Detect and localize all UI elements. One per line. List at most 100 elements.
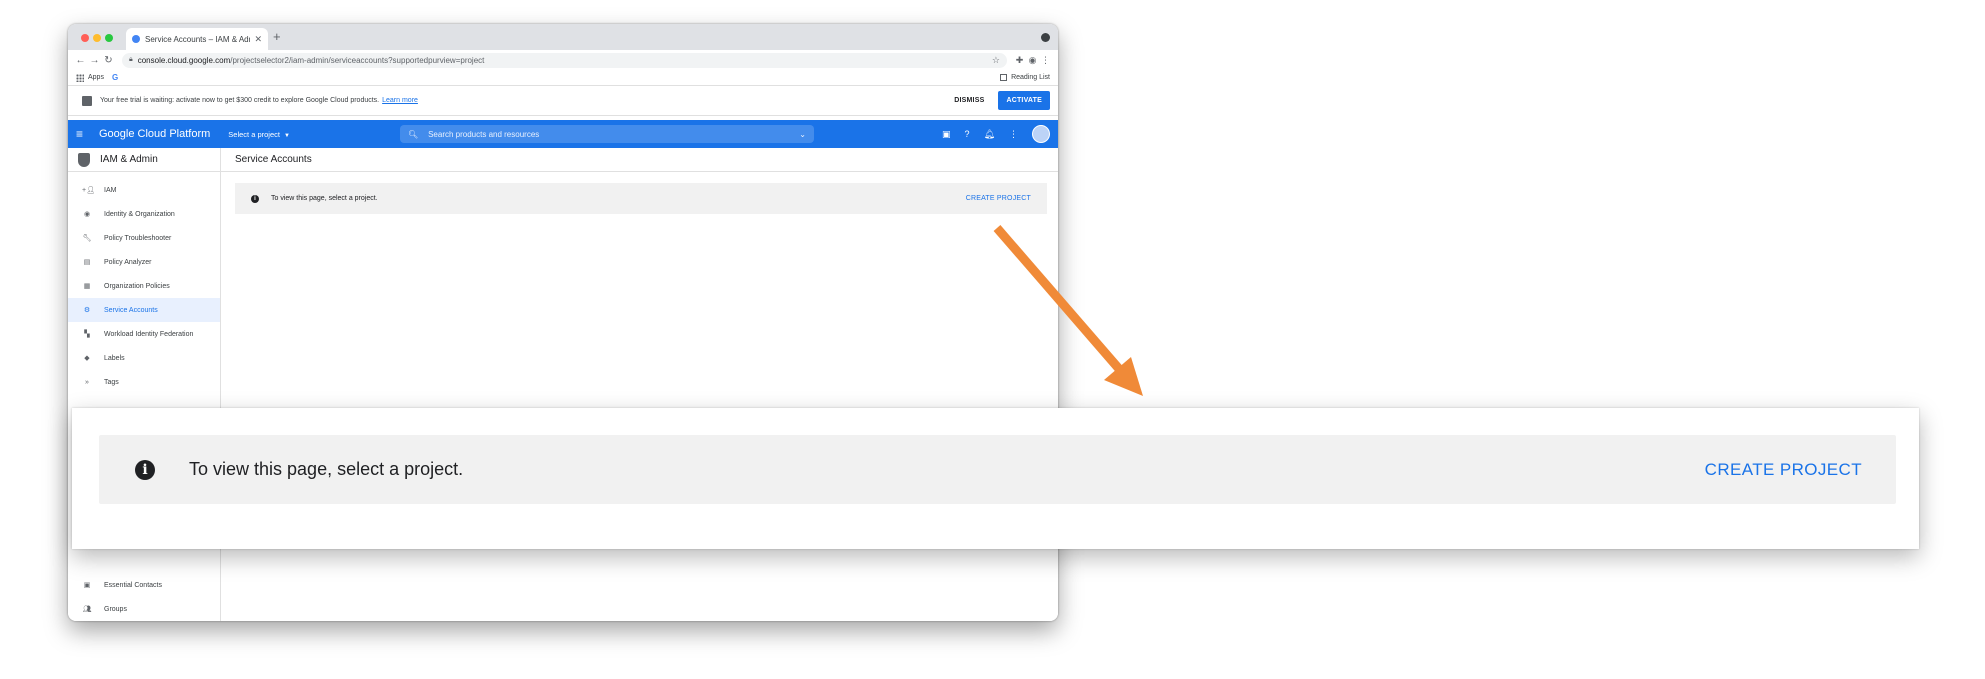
bookmarks-bar: Apps G Reading List [68, 70, 1058, 86]
sidebar-item-service-accounts[interactable]: ⚙ Service Accounts [68, 298, 220, 322]
sidebar-item-label: Labels [104, 354, 125, 362]
list-icon: ▦ [83, 283, 91, 290]
create-project-button[interactable]: CREATE PROJECT [966, 195, 1031, 202]
chevrons-icon: » [85, 378, 89, 386]
chevron-down-icon[interactable]: ⌄ [799, 130, 806, 139]
info-icon: i [251, 194, 259, 203]
forward-icon[interactable]: → [88, 55, 101, 66]
sidebar-item-analyzer[interactable]: ▤ Policy Analyzer [68, 250, 220, 274]
document-search-icon: ▤ [83, 259, 91, 266]
sidebar-item-workload-identity[interactable]: ▚ Workload Identity Federation [68, 322, 220, 346]
shield-favicon-icon [132, 35, 140, 43]
sidebar-item-org-policies[interactable]: ▦ Organization Policies [68, 274, 220, 298]
caret-down-icon: ▼ [283, 132, 290, 139]
main-content: Service Accounts i To view this page, se… [221, 148, 1058, 621]
google-bookmark-icon[interactable]: G [112, 73, 118, 82]
sidebar-item-label: Tags [104, 378, 119, 386]
search-placeholder: Search products and resources [428, 129, 540, 139]
close-window-button[interactable] [81, 34, 89, 42]
search-icon: 🔍︎ [407, 129, 419, 139]
project-selector[interactable]: Select a project ▼ [228, 130, 290, 139]
sidebar-item-troubleshooter[interactable]: 🔧︎ Policy Troubleshooter [68, 226, 220, 250]
help-icon[interactable]: ? [965, 129, 970, 139]
contacts-icon: ▣ [83, 582, 91, 589]
header-actions: ▣ ? 🔔︎ ⋮ [928, 125, 1050, 143]
page-title: Service Accounts [221, 148, 1058, 172]
browser-menu-icon[interactable]: ⋮ [1039, 55, 1052, 66]
url-domain: console.cloud.google.com [137, 55, 231, 65]
search-input[interactable]: 🔍︎ Search products and resources ⌄ [399, 125, 814, 143]
sidebar-item-label: Groups [104, 605, 127, 613]
shield-icon [78, 152, 90, 167]
sidebar: IAM & Admin +👤︎ IAM ◉ Identity & Organizat… [68, 148, 221, 621]
close-tab-icon[interactable]: ✕ [254, 34, 262, 45]
sidebar-nav-bottom: ▣ Essential Contacts 👥︎ Groups [68, 573, 220, 621]
tag-icon: ◆ [84, 355, 90, 362]
new-tab-button[interactable]: + [273, 30, 281, 44]
gift-icon [82, 95, 92, 106]
reading-list-icon [1000, 74, 1008, 81]
bookmark-apps[interactable]: Apps [88, 74, 104, 81]
profile-icon[interactable]: ◉ [1026, 55, 1039, 66]
extensions-icon[interactable]: ✚ [1013, 55, 1026, 66]
trial-text: Your free trial is waiting: activate now… [100, 97, 380, 104]
address-toolbar: ← → ↻ 🔒︎ console.cloud.google.com/projec… [68, 50, 1058, 70]
arrow-head [1104, 357, 1143, 396]
sidebar-title: IAM & Admin [100, 154, 158, 165]
tab-strip: Service Accounts – IAM & Admin ✕ + [68, 24, 1058, 50]
back-icon[interactable]: ← [74, 55, 87, 66]
zoom-callout: i To view this page, select a project. C… [72, 408, 1919, 549]
sidebar-nav: +👤︎ IAM ◉ Identity & Organization 🔧︎ Policy… [68, 172, 220, 394]
url-path: /projectselector2/iam-admin/serviceaccou… [230, 55, 485, 65]
wrench-icon: 🔧︎ [82, 235, 92, 242]
learn-more-link[interactable]: Learn more [382, 97, 418, 104]
tab-search-icon[interactable] [1041, 33, 1050, 42]
person-add-icon: +👤︎ [82, 187, 95, 194]
zoomed-notice-text: To view this page, select a project. [189, 459, 464, 479]
maximize-window-button[interactable] [105, 34, 113, 42]
zoomed-select-project-notice: i To view this page, select a project. C… [99, 435, 1896, 504]
sidebar-item-label: Policy Troubleshooter [104, 234, 172, 242]
sidebar-item-identity[interactable]: ◉ Identity & Organization [68, 202, 220, 226]
dismiss-button[interactable]: DISMISS [954, 97, 984, 104]
bookmark-star-icon[interactable]: ☆ [992, 55, 1000, 66]
notifications-icon[interactable]: 🔔︎ [984, 129, 995, 140]
url-input[interactable]: 🔒︎ console.cloud.google.com/projectselec… [122, 52, 1007, 68]
sidebar-item-label: Organization Policies [104, 282, 170, 290]
avatar[interactable] [1032, 125, 1050, 143]
browser-tab[interactable]: Service Accounts – IAM & Admin ✕ [126, 28, 268, 50]
sidebar-item-label: Identity & Organization [104, 210, 175, 218]
reading-list-label: Reading List [1011, 74, 1050, 81]
more-options-icon[interactable]: ⋮ [1009, 129, 1018, 140]
sidebar-item-label: Service Accounts [104, 306, 158, 314]
reload-icon[interactable]: ↻ [102, 55, 115, 66]
sidebar-item-tags[interactable]: » Tags [68, 370, 220, 394]
sidebar-item-groups[interactable]: 👥︎ Groups [68, 597, 220, 621]
sidebar-item-label: Essential Contacts [104, 581, 162, 589]
zoomed-create-project-button[interactable]: CREATE PROJECT [1705, 460, 1862, 480]
gcp-brand[interactable]: Google Cloud Platform [99, 128, 210, 140]
sidebar-item-label: IAM [104, 186, 117, 194]
apps-grid-icon [76, 73, 84, 82]
cloud-shell-icon[interactable]: ▣ [942, 129, 951, 140]
select-project-notice: i To view this page, select a project. C… [235, 183, 1047, 214]
groups-icon: 👥︎ [82, 606, 92, 613]
sidebar-item-label: Policy Analyzer [104, 258, 152, 266]
gcp-header: ≡ Google Cloud Platform Select a project… [68, 120, 1058, 148]
service-account-icon: ⚙ [83, 307, 91, 314]
reading-list-button[interactable]: Reading List [1000, 74, 1050, 81]
free-trial-banner: Your free trial is waiting: activate now… [68, 86, 1058, 116]
lock-icon: 🔒︎ [129, 56, 133, 63]
notice-text: To view this page, select a project. [271, 195, 378, 202]
account-circle-icon: ◉ [83, 211, 91, 218]
project-selector-label: Select a project [228, 129, 280, 139]
sidebar-item-essential-contacts[interactable]: ▣ Essential Contacts [68, 573, 220, 597]
sidebar-header: IAM & Admin [68, 148, 220, 172]
minimize-window-button[interactable] [93, 34, 101, 42]
sidebar-item-labels[interactable]: ◆ Labels [68, 346, 220, 370]
sidebar-item-label: Workload Identity Federation [104, 330, 194, 338]
hamburger-menu-icon[interactable]: ≡ [76, 128, 87, 140]
sidebar-item-iam[interactable]: +👤︎ IAM [68, 178, 220, 202]
activate-button[interactable]: ACTIVATE [998, 91, 1050, 110]
tab-title: Service Accounts – IAM & Admin [145, 34, 251, 44]
